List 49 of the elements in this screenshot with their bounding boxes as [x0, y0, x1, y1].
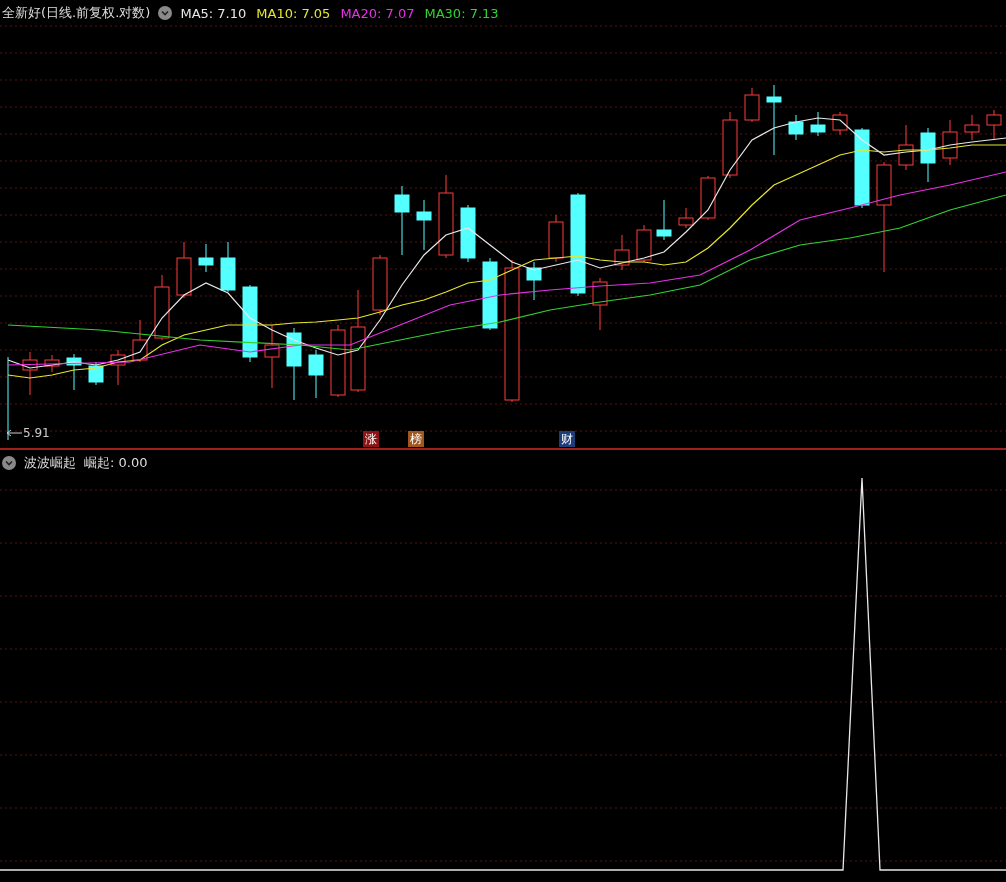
candlestick: [44, 354, 60, 373]
event-tag[interactable]: 财: [559, 431, 575, 447]
moving-average-value: MA20: 7.07: [340, 5, 415, 21]
candlestick: [460, 204, 476, 263]
dropdown-icon[interactable]: [2, 456, 16, 470]
candlestick: [636, 224, 652, 263]
candlestick: [832, 111, 848, 136]
candlestick: [942, 119, 958, 166]
candlestick: [220, 241, 236, 293]
candlestick: [986, 109, 1002, 141]
candlestick: [110, 349, 126, 386]
candlestick: [132, 319, 148, 363]
candlestick: [548, 214, 564, 263]
candlestick: [154, 274, 170, 341]
candlestick: [22, 351, 38, 396]
candlestick: [416, 199, 432, 251]
candlestick: [744, 87, 760, 123]
event-tag[interactable]: 涨: [363, 431, 379, 447]
candlestick: [810, 111, 826, 137]
candlestick: [394, 185, 410, 256]
candlestick: [308, 349, 324, 399]
candlestick: [176, 241, 192, 299]
arrow-left-icon: [6, 428, 22, 438]
candlestick: [372, 254, 388, 316]
candlestick: [264, 324, 280, 389]
indicator-value: 崛起: 0.00: [84, 454, 148, 472]
candlestick: [198, 243, 214, 273]
candlestick: [920, 127, 936, 183]
candlestick: [964, 114, 980, 141]
candlestick: [722, 111, 738, 179]
event-tag[interactable]: 榜: [408, 431, 424, 447]
candlestick: [592, 277, 608, 331]
candlestick: [88, 361, 104, 386]
candlestick: [656, 199, 672, 241]
chart-title: 全新好(日线.前复权.对数): [2, 4, 151, 22]
candlestick: [766, 84, 782, 156]
candlestick: [678, 207, 694, 229]
moving-average-value: MA30: 7.13: [424, 5, 499, 21]
indicator-title: 波波崛起: [24, 454, 76, 472]
candlestick: [788, 114, 804, 141]
candlestick: [614, 234, 630, 271]
candlestick: [526, 261, 542, 301]
low-price-label: 5.91: [23, 426, 50, 440]
dropdown-icon[interactable]: [158, 6, 173, 20]
moving-average-value: MA10: 7.05: [256, 5, 331, 21]
moving-average-value: MA5: 7.10: [180, 5, 247, 21]
candlestick: [66, 353, 82, 391]
candlestick: [898, 124, 914, 171]
candlestick: [700, 175, 716, 221]
